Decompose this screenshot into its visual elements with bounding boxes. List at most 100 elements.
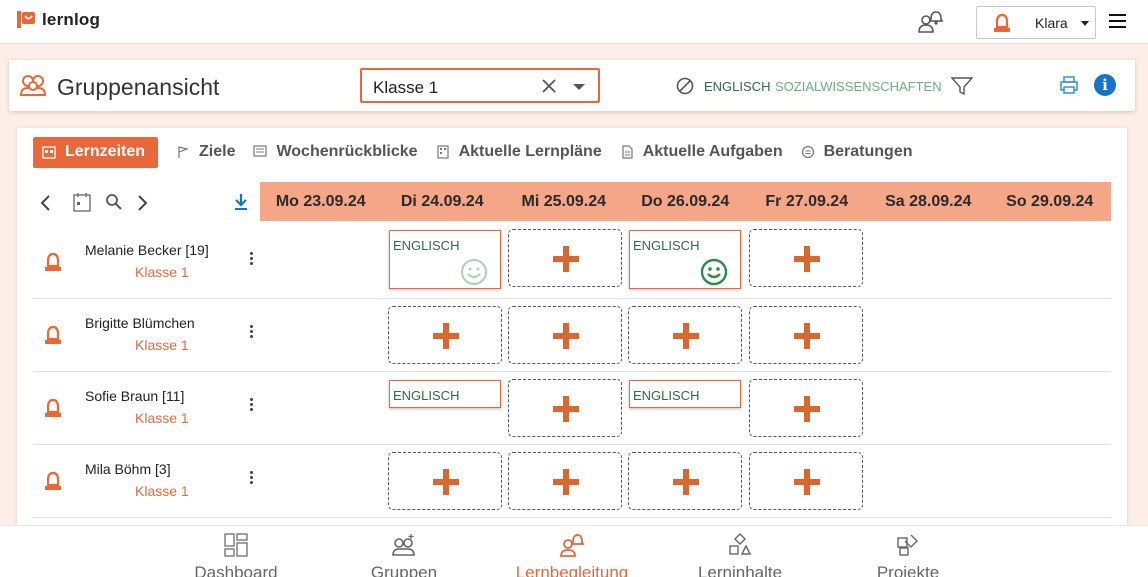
entry-subject: ENGLISCH [633, 388, 700, 403]
student-avatar-icon [45, 471, 61, 490]
plus-icon [673, 323, 699, 349]
calendar-icon [42, 146, 56, 159]
day-label: So 29.09.24 [1006, 193, 1094, 210]
plus-icon [553, 396, 579, 422]
entry-subject: ENGLISCH [633, 238, 700, 253]
add-entry-button[interactable] [508, 379, 622, 437]
tab-ziele[interactable]: Ziele [176, 137, 235, 168]
add-entry-button[interactable] [508, 229, 622, 287]
learning-entry[interactable]: ENGLISCH [389, 230, 501, 289]
plus-icon [794, 323, 820, 349]
tab-label: Wochenrückblicke [276, 143, 418, 160]
download-icon[interactable] [233, 193, 249, 211]
chevron-down-icon[interactable] [573, 84, 585, 90]
plan-icon [436, 145, 449, 159]
app-logo[interactable]: lernlog [16, 10, 100, 30]
add-entry-button[interactable] [749, 379, 863, 437]
group-icon [392, 534, 415, 556]
more-options-icon[interactable] [250, 325, 254, 339]
document-icon [622, 145, 633, 159]
nav-lernbegleitung[interactable]: Lernbegleitung [513, 532, 631, 577]
nav-dashboard[interactable]: Dashboard [188, 532, 284, 577]
projects-icon [897, 534, 918, 556]
plus-icon [673, 469, 699, 495]
student-avatar-icon [45, 325, 61, 344]
no-filter-icon[interactable] [675, 76, 695, 96]
flag-icon [178, 146, 190, 158]
chevron-left-icon[interactable] [39, 194, 51, 212]
tab-label: Beratungen [823, 143, 913, 160]
add-entry-button[interactable] [749, 229, 863, 287]
print-icon[interactable] [1059, 75, 1079, 95]
student-name[interactable]: Sofie Braun [11] [85, 388, 184, 404]
person-bell-icon [560, 534, 585, 557]
user-name: Klara [1035, 15, 1068, 31]
tab-lernzeiten[interactable]: Lernzeiten [33, 136, 158, 168]
plus-icon [553, 469, 579, 495]
top-bar: lernlog Klara [0, 0, 1148, 44]
group-icon [19, 75, 47, 96]
day-header: Mo 23.09.24 Di 24.09.24 Mi 25.09.24 Do 2… [260, 182, 1111, 221]
student-name[interactable]: Brigitte Blümchen [85, 315, 195, 331]
group-header: Gruppenansicht Klasse 1 ENGLISCH SOZIALW… [9, 60, 1135, 111]
add-entry-button[interactable] [749, 452, 863, 510]
nav-gruppen[interactable]: Gruppen [360, 532, 448, 577]
tab-wochenrueckblicke[interactable]: Wochenrückblicke [253, 137, 418, 168]
add-entry-button[interactable] [749, 306, 863, 364]
week-navigation [33, 184, 261, 220]
more-options-icon[interactable] [250, 398, 254, 412]
day-label: Fr 27.09.24 [765, 193, 849, 210]
add-entry-button[interactable] [508, 306, 622, 364]
add-entry-button[interactable] [628, 306, 742, 364]
student-avatar-icon [45, 252, 61, 271]
more-options-icon[interactable] [250, 252, 254, 266]
add-entry-button[interactable] [388, 306, 502, 364]
nav-label: Gruppen [370, 563, 438, 577]
tab-aktuelle-lernplaene[interactable]: Aktuelle Lernpläne [436, 137, 602, 168]
close-icon[interactable] [540, 77, 558, 95]
user-avatar-icon [994, 13, 1010, 32]
more-options-icon[interactable] [250, 471, 254, 485]
entry-subject: ENGLISCH [393, 238, 460, 253]
plus-icon [553, 323, 579, 349]
tab-label: Aktuelle Aufgaben [642, 143, 783, 160]
info-icon[interactable]: i [1094, 74, 1116, 96]
main-card: Lernzeiten Ziele Wochenrückblicke Aktuel… [17, 128, 1127, 528]
user-menu[interactable]: Klara [976, 6, 1096, 39]
student-class: Klasse 1 [135, 483, 189, 499]
person-bell-icon[interactable] [916, 9, 944, 35]
calendar-icon[interactable] [73, 192, 91, 212]
subject-filter-englisch[interactable]: ENGLISCH [704, 79, 770, 94]
plus-icon [433, 323, 459, 349]
day-label: Di 24.09.24 [400, 193, 484, 210]
day-label: Mo 23.09.24 [275, 193, 366, 210]
learning-entry[interactable]: ENGLISCH [629, 380, 741, 408]
learning-entry[interactable]: ENGLISCH [389, 380, 501, 408]
page-title: Gruppenansicht [57, 74, 220, 100]
nav-label: Dashboard [194, 563, 278, 577]
search-icon[interactable] [105, 193, 123, 211]
add-entry-button[interactable] [388, 452, 502, 510]
app-name: lernlog [42, 10, 101, 29]
chevron-right-icon[interactable] [137, 194, 149, 212]
tab-beratungen[interactable]: Beratungen [801, 137, 913, 168]
add-entry-button[interactable] [508, 452, 622, 510]
filter-icon[interactable] [951, 76, 973, 96]
student-name[interactable]: Melanie Becker [19] [85, 242, 209, 258]
chat-icon [801, 145, 814, 159]
nav-lerninhalte[interactable]: Lerninhalte [688, 532, 792, 577]
subject-filter-sozialwissenschaften[interactable]: SOZIALWISSENSCHAFTEN [775, 79, 942, 94]
logo-icon [17, 11, 35, 28]
nav-projekte[interactable]: Projekte [868, 532, 948, 577]
hamburger-icon[interactable] [1109, 14, 1126, 28]
chevron-down-icon [1081, 21, 1089, 26]
plus-icon [433, 469, 459, 495]
add-entry-button[interactable] [628, 452, 742, 510]
learning-entry[interactable]: ENGLISCH [629, 230, 741, 289]
tab-aktuelle-aufgaben[interactable]: Aktuelle Aufgaben [620, 137, 783, 168]
student-name[interactable]: Mila Böhm [3] [85, 461, 171, 477]
student-avatar-icon [45, 398, 61, 417]
nav-label: Lernbegleitung [515, 563, 629, 577]
bottom-navigation: Dashboard Gruppen Lernbegleitung Lerninh… [0, 525, 1148, 577]
class-select[interactable]: Klasse 1 [360, 68, 600, 103]
